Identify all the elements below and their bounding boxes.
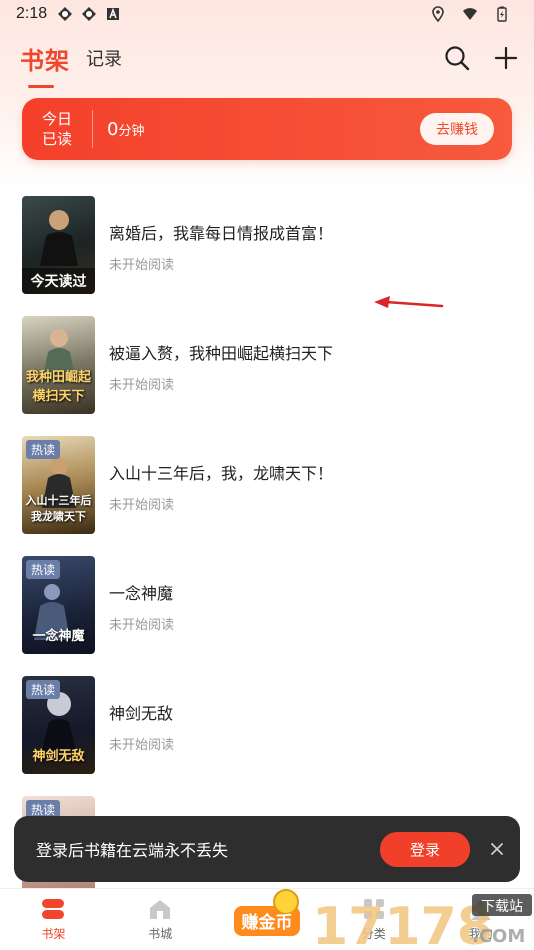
annotation-arrow-icon	[374, 296, 444, 308]
login-button[interactable]: 登录	[379, 831, 470, 867]
close-icon[interactable]	[490, 842, 504, 856]
book-title: 一念神魔	[109, 584, 174, 603]
hot-badge: 热读	[26, 560, 61, 579]
notification-app-icon	[58, 7, 73, 21]
cover-title-text: 入山十三年后我龙啸天下	[25, 494, 92, 523]
bookstore-home-icon	[150, 900, 171, 919]
list-item[interactable]: 我种田崛起横扫天下 被逼入赘，我种田崛起横扫天下 未开始阅读	[22, 316, 514, 436]
location-icon	[432, 6, 444, 22]
banner-divider	[92, 110, 93, 148]
active-tab-indicator	[28, 84, 54, 88]
toast-message: 登录后书籍在云端永不丢失	[36, 841, 229, 860]
watermark-label: 下载站	[481, 899, 523, 915]
book-title: 入山十三年后，我，龙啸天下！	[109, 464, 334, 483]
cover-title-text: 一念神魔	[32, 629, 85, 644]
book-title: 神剑无敌	[109, 704, 174, 723]
book-cover: 热读 入山十三年后我龙啸天下	[22, 436, 95, 534]
search-icon[interactable]	[444, 45, 470, 71]
bookshelf-icon	[42, 899, 65, 919]
tabbar-item-bookshelf[interactable]: 书架	[0, 889, 107, 950]
hot-badge: 热读	[26, 440, 61, 459]
list-item[interactable]: 热读 神剑无敌 神剑无敌 未开始阅读	[22, 676, 514, 796]
hot-badge: 热读	[26, 680, 61, 699]
coin-label: 赚金币	[241, 912, 293, 933]
tab-bookshelf[interactable]: 书架	[20, 41, 70, 88]
book-title: 被逼入赘，我种田崛起横扫天下	[109, 344, 334, 363]
wifi-icon	[463, 8, 477, 20]
cover-title-text: 我种田崛起横扫天下	[25, 370, 91, 404]
book-cover: 今天读过	[22, 196, 95, 294]
list-item[interactable]: 热读 一念神魔 一念神魔 未开始阅读	[22, 556, 514, 676]
status-time: 2:18	[16, 5, 48, 22]
earn-money-button[interactable]: 去赚钱	[420, 113, 494, 145]
today-read-label: 今日 已读	[41, 110, 72, 148]
read-status: 未开始阅读	[109, 738, 175, 753]
book-cover: 热读 神剑无敌	[22, 676, 95, 774]
top-gradient-background	[0, 0, 534, 190]
notification-app-icon	[82, 7, 97, 21]
read-status: 未开始阅读	[109, 258, 175, 273]
login-toast: 登录后书籍在云端永不丢失 登录	[14, 816, 520, 882]
earn-coin-icon[interactable]: 赚金币	[230, 888, 304, 944]
tabbar-item-bookstore[interactable]: 书城	[107, 889, 214, 950]
watermark-logo: 17178 下载站 .COM	[312, 894, 532, 950]
read-status: 未开始阅读	[109, 378, 175, 393]
book-cover: 热读 一念神魔	[22, 556, 95, 654]
header: 书架 记录	[20, 36, 518, 88]
read-status: 未开始阅读	[109, 498, 175, 513]
battery-icon	[497, 6, 507, 22]
read-status: 未开始阅读	[109, 618, 175, 633]
cover-title-text: 神剑无敌	[32, 749, 85, 764]
reading-time-banner: 今日 已读 0分钟 去赚钱	[22, 98, 512, 160]
book-title: 离婚后，我靠每日情报成首富！	[109, 224, 334, 243]
watermark-domain: .COM	[472, 926, 525, 947]
book-cover: 我种田崛起横扫天下	[22, 316, 95, 414]
tab-bookshelf-label: 书架	[20, 46, 70, 75]
notification-a-icon	[107, 7, 120, 20]
reading-minutes: 0分钟	[107, 118, 145, 140]
add-icon[interactable]	[494, 46, 518, 70]
list-item[interactable]: 热读 入山十三年后我龙啸天下 入山十三年后，我，龙啸天下！ 未开始阅读	[22, 436, 514, 556]
watermark-number: 17178	[312, 897, 493, 950]
tab-records[interactable]: 记录	[86, 45, 122, 71]
status-bar: 2:18	[0, 0, 534, 28]
read-today-badge: 今天读过	[22, 268, 95, 294]
